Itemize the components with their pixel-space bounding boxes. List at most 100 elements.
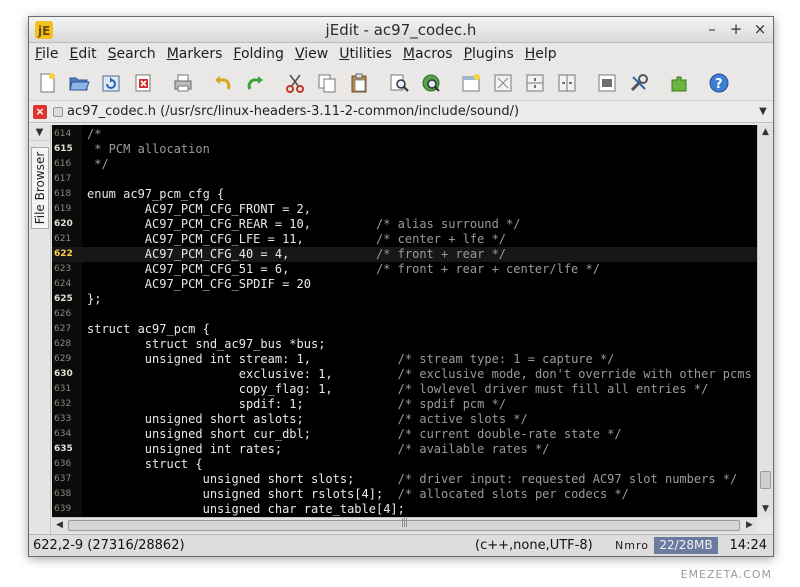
line-number: 615 <box>54 144 73 154</box>
new-file-icon[interactable] <box>35 71 59 95</box>
code-line[interactable]: 617 <box>52 172 757 187</box>
buffer-options-icon[interactable] <box>595 71 619 95</box>
scroll-left-icon[interactable]: ◀ <box>52 518 67 533</box>
code-line[interactable]: 634 unsigned short cur_dbl; /* current d… <box>52 427 757 442</box>
new-view-icon[interactable] <box>459 71 483 95</box>
code-line[interactable]: 622 AC97_PCM_CFG_40 = 4, /* front + rear… <box>52 247 757 262</box>
line-number: 632 <box>54 399 72 409</box>
status-bar: 622,2-9 (27316/28862) (c++,none,UTF-8) N… <box>29 534 773 556</box>
vertical-scrollbar[interactable]: ▲ ▼ <box>757 125 773 517</box>
line-number: 622 <box>54 249 73 259</box>
text-area[interactable]: 614/* 615 * PCM allocation 616 */ 617 618 enu… <box>52 125 757 517</box>
code-line[interactable]: 628 struct snd_ac97_bus *bus; <box>52 337 757 352</box>
menu-macros[interactable]: Macros <box>403 46 453 62</box>
dock-collapse-icon[interactable]: ▼ <box>29 125 50 141</box>
menu-edit[interactable]: Edit <box>69 46 96 62</box>
menu-bar: File Edit Search Markers Folding View Ut… <box>29 43 773 65</box>
code-line[interactable]: 638 unsigned short rslots[4]; /* allocat… <box>52 487 757 502</box>
vertical-scroll-thumb[interactable] <box>760 471 771 489</box>
menu-utilities[interactable]: Utilities <box>339 46 392 62</box>
undo-icon[interactable] <box>211 71 235 95</box>
code-line[interactable]: 627 struct ac97_pcm { <box>52 322 757 337</box>
code-line[interactable]: 624 AC97_PCM_CFG_SPDIF = 20 <box>52 277 757 292</box>
caret-position[interactable]: 622,2-9 (27316/28862) <box>33 538 185 553</box>
code-line[interactable]: 625}; <box>52 292 757 307</box>
code-line[interactable]: 632 spdif: 1; /* spdif pcm */ <box>52 397 757 412</box>
code-text: AC97_PCM_CFG_SPDIF = 20 <box>87 277 311 291</box>
scroll-down-icon[interactable]: ▼ <box>758 502 773 517</box>
jedit-window: jE jEdit - ac97_codec.h – + × File Edit … <box>28 16 774 557</box>
code-line[interactable]: 623 AC97_PCM_CFG_51 = 6, /* front + rear… <box>52 262 757 277</box>
code-line[interactable]: 629 unsigned int stream: 1, /* stream ty… <box>52 352 757 367</box>
line-number: 623 <box>54 264 72 274</box>
buffer-mode[interactable]: (c++,none,UTF-8) <box>475 538 593 553</box>
code-text: AC97_PCM_CFG_51 = 6, /* front + rear + c… <box>87 262 600 276</box>
code-text: copy_flag: 1, /* lowlevel driver must fi… <box>87 382 709 396</box>
cut-icon[interactable] <box>283 71 307 95</box>
find-in-files-icon[interactable] <box>419 71 443 95</box>
line-number: 614 <box>54 129 72 139</box>
copy-icon[interactable] <box>315 71 339 95</box>
menu-folding[interactable]: Folding <box>233 46 284 62</box>
file-browser-tab[interactable]: File Browser <box>31 147 49 229</box>
code-text: */ <box>87 157 109 171</box>
horizontal-scrollbar[interactable]: ◀ ▶ <box>52 517 757 533</box>
code-line[interactable]: 635 unsigned int rates; /* available rat… <box>52 442 757 457</box>
code-line[interactable]: 626 <box>52 307 757 322</box>
split-horizontal-icon[interactable] <box>491 71 515 95</box>
close-file-icon[interactable] <box>131 71 155 95</box>
code-line[interactable]: 631 copy_flag: 1, /* lowlevel driver mus… <box>52 382 757 397</box>
line-number: 617 <box>54 174 72 184</box>
line-number: 628 <box>54 339 72 349</box>
code-line[interactable]: 637 unsigned short slots; /* driver inpu… <box>52 472 757 487</box>
menu-plugins[interactable]: Plugins <box>464 46 514 62</box>
menu-help[interactable]: Help <box>525 46 557 62</box>
code-text: enum ac97_pcm_cfg { <box>87 187 225 201</box>
open-file-icon[interactable] <box>67 71 91 95</box>
code-text: unsigned short cur_dbl; /* current doubl… <box>87 427 622 441</box>
code-line[interactable]: 636 struct { <box>52 457 757 472</box>
code-line[interactable]: 633 unsigned short aslots; /* active slo… <box>52 412 757 427</box>
redo-icon[interactable] <box>243 71 267 95</box>
horizontal-scroll-thumb[interactable] <box>68 520 740 531</box>
code-text: AC97_PCM_CFG_REAR = 10, /* alias surroun… <box>87 217 521 231</box>
print-icon[interactable] <box>171 71 195 95</box>
code-line[interactable]: 621 AC97_PCM_CFG_LFE = 11, /* center + l… <box>52 232 757 247</box>
code-line[interactable]: 630 exclusive: 1, /* exclusive mode, don… <box>52 367 757 382</box>
unsplit-icon[interactable] <box>555 71 579 95</box>
code-line[interactable]: 639 unsigned char rate_table[4]; <box>52 502 757 517</box>
scroll-up-icon[interactable]: ▲ <box>758 125 773 140</box>
line-number: 639 <box>54 504 72 514</box>
buffer-name: ac97_codec.h <box>67 104 157 119</box>
watermark: EMEZETA.COM <box>680 568 772 581</box>
line-number: 635 <box>54 444 73 454</box>
code-line[interactable]: 618 enum ac97_pcm_cfg { <box>52 187 757 202</box>
minimize-button[interactable]: – <box>705 20 719 38</box>
code-line[interactable]: 614 /* <box>52 127 757 142</box>
code-line[interactable]: 620 AC97_PCM_CFG_REAR = 10, /* alias sur… <box>52 217 757 232</box>
buffer-path[interactable]: ac97_codec.h (/usr/src/linux-headers-3.1… <box>67 104 519 119</box>
close-buffer-icon[interactable]: × <box>33 104 47 119</box>
menu-view[interactable]: View <box>295 46 328 62</box>
reload-icon[interactable] <box>99 71 123 95</box>
split-vertical-icon[interactable] <box>523 71 547 95</box>
plugin-manager-icon[interactable] <box>667 71 691 95</box>
line-number: 626 <box>54 309 72 319</box>
scroll-right-icon[interactable]: ▶ <box>742 518 757 533</box>
code-line[interactable]: 615 * PCM allocation <box>52 142 757 157</box>
close-window-button[interactable]: × <box>753 20 767 38</box>
menu-search[interactable]: Search <box>108 46 156 62</box>
help-icon[interactable]: ? <box>707 71 731 95</box>
global-options-icon[interactable] <box>627 71 651 95</box>
code-text: struct ac97_pcm { <box>87 322 210 336</box>
maximize-button[interactable]: + <box>729 20 743 38</box>
code-line[interactable]: 619 AC97_PCM_CFG_FRONT = 2, <box>52 202 757 217</box>
code-line[interactable]: 616 */ <box>52 157 757 172</box>
menu-markers[interactable]: Markers <box>167 46 223 62</box>
memory-indicator[interactable]: 22/28MB <box>654 537 718 554</box>
menu-file[interactable]: File <box>35 46 58 62</box>
paste-icon[interactable] <box>347 71 371 95</box>
buffer-dropdown-icon[interactable]: ▼ <box>755 103 771 119</box>
find-icon[interactable] <box>387 71 411 95</box>
main-area: ▼ File Browser 614/* 615 * PCM allocation… <box>29 125 773 534</box>
